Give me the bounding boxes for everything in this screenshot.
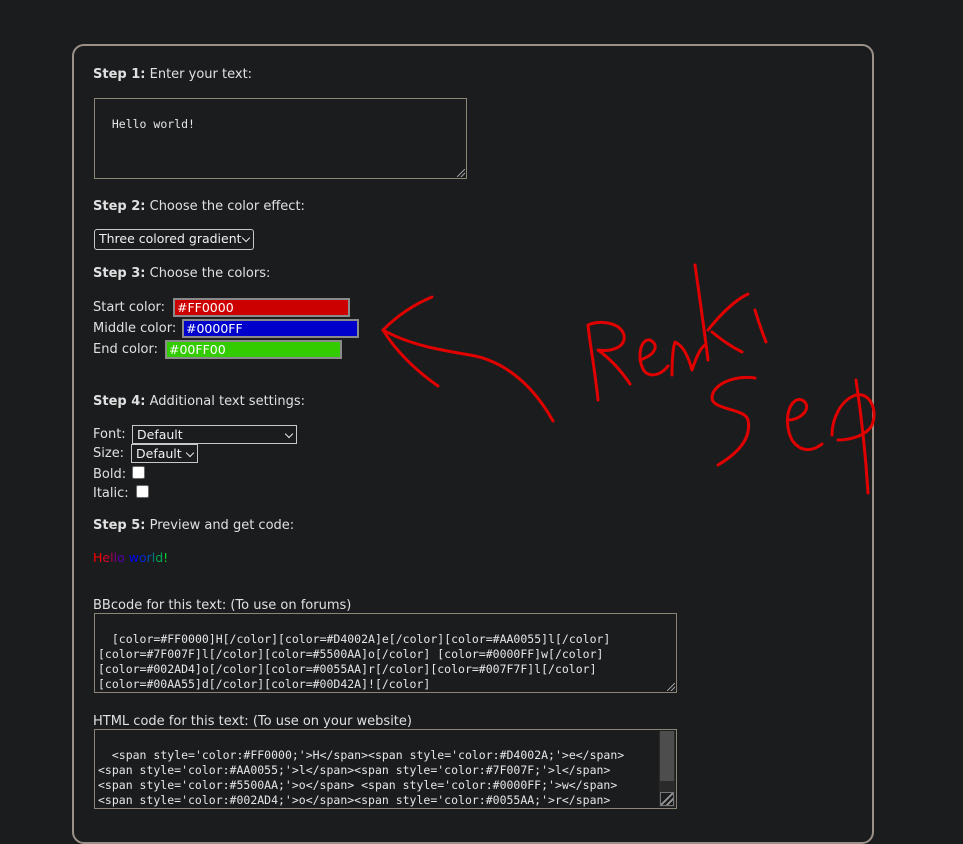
letter-e1 bbox=[638, 338, 670, 377]
arrow-shaft bbox=[381, 328, 555, 423]
letter-n bbox=[670, 340, 707, 377]
arrow-head-upper bbox=[381, 295, 434, 332]
arrow-head-lower bbox=[381, 328, 440, 388]
letter-S bbox=[710, 375, 757, 467]
letter-p bbox=[830, 378, 876, 495]
letter-i bbox=[753, 308, 768, 344]
handwritten-annotation bbox=[381, 263, 876, 495]
letter-R bbox=[586, 321, 632, 402]
letter-e2 bbox=[786, 398, 824, 451]
